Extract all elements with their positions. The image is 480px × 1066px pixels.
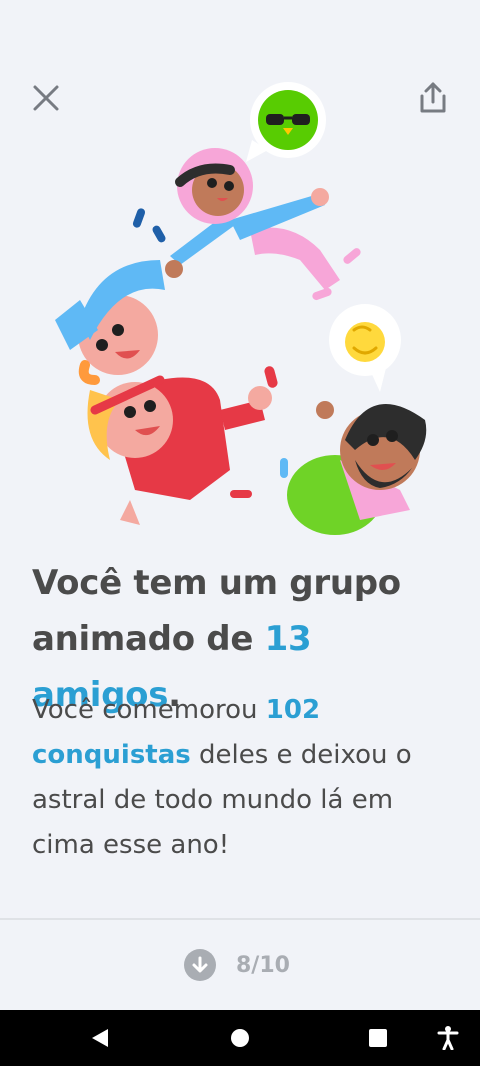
recents-square-icon — [369, 1029, 387, 1047]
character-red-outfit-girl — [87, 366, 278, 525]
character-bearded-man — [280, 401, 427, 535]
back-triangle-icon — [92, 1029, 108, 1047]
headline-text: Você tem um grupo animado de — [32, 563, 401, 659]
smile-speech-bubble — [329, 304, 401, 392]
home-circle-icon — [231, 1029, 249, 1047]
character-blue-hat-boy — [55, 260, 165, 385]
recents-button[interactable] — [348, 1010, 408, 1066]
summary-text-start: Você comemorou — [32, 695, 266, 725]
illustration-svg — [55, 82, 427, 535]
character-hijab-girl — [165, 148, 340, 290]
friends-celebration-illustration — [40, 80, 440, 540]
progress-label: 8/10 — [236, 952, 290, 978]
summary-text: Você comemorou 102 conquistas deles e de… — [32, 688, 452, 868]
home-button[interactable] — [210, 1010, 270, 1066]
owl-speech-bubble — [246, 82, 326, 162]
progress-indicator[interactable]: 8/10 — [184, 948, 290, 982]
system-navigation-bar — [0, 1010, 480, 1066]
accessibility-icon — [437, 1026, 459, 1050]
back-button[interactable] — [70, 1010, 130, 1066]
arrow-down-circle-icon — [184, 949, 216, 981]
accessibility-button[interactable] — [418, 1010, 478, 1066]
